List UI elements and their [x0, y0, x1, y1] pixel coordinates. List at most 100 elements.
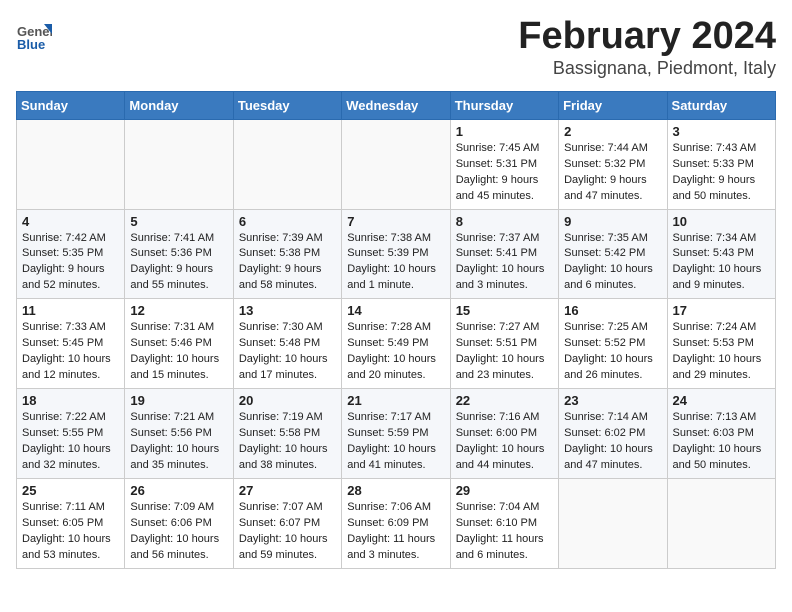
calendar-cell: [667, 478, 775, 568]
day-info: Sunrise: 7:07 AMSunset: 6:07 PMDaylight:…: [239, 500, 336, 564]
calendar-cell: 5Sunrise: 7:41 AMSunset: 5:36 PMDaylight…: [125, 209, 233, 299]
day-info: Sunrise: 7:25 AMSunset: 5:52 PMDaylight:…: [564, 320, 661, 384]
day-number: 16: [564, 303, 661, 318]
day-number: 8: [456, 214, 553, 229]
day-number: 17: [673, 303, 770, 318]
calendar-cell: 3 Sunrise: 7:43 AMSunset: 5:33 PMDaylight…: [667, 119, 775, 209]
calendar-cell: 15Sunrise: 7:27 AMSunset: 5:51 PMDayligh…: [450, 299, 558, 389]
calendar-table: SundayMondayTuesdayWednesdayThursdayFrid…: [16, 91, 776, 569]
day-number: 6: [239, 214, 336, 229]
day-number: 5: [130, 214, 227, 229]
day-header-wednesday: Wednesday: [342, 91, 450, 119]
day-number: 18: [22, 393, 119, 408]
calendar-cell: 7Sunrise: 7:38 AMSunset: 5:39 PMDaylight…: [342, 209, 450, 299]
day-number: 23: [564, 393, 661, 408]
day-number: 10: [673, 214, 770, 229]
day-info: Sunrise: 7:27 AMSunset: 5:51 PMDaylight:…: [456, 320, 553, 384]
day-info: Sunrise: 7:42 AMSunset: 5:35 PMDaylight:…: [22, 231, 119, 295]
calendar-cell: 8 Sunrise: 7:37 AMSunset: 5:41 PMDaylight…: [450, 209, 558, 299]
calendar-cell: 17Sunrise: 7:24 AMSunset: 5:53 PMDayligh…: [667, 299, 775, 389]
day-number: 13: [239, 303, 336, 318]
day-info: Sunrise: 7:21 AMSunset: 5:56 PMDaylight:…: [130, 410, 227, 474]
calendar-cell: 13 Sunrise: 7:30 AMSunset: 5:48 PMDayligh…: [233, 299, 341, 389]
week-row-3: 11 Sunrise: 7:33 AMSunset: 5:45 PMDayligh…: [17, 299, 776, 389]
day-info: Sunrise: 7:34 AMSunset: 5:43 PMDaylight:…: [673, 231, 770, 295]
day-info: Sunrise: 7:06 AMSunset: 6:09 PMDaylight:…: [347, 500, 444, 564]
day-info: Sunrise: 7:09 AMSunset: 6:06 PMDaylight:…: [130, 500, 227, 564]
calendar-cell: 12Sunrise: 7:31 AMSunset: 5:46 PMDayligh…: [125, 299, 233, 389]
calendar-subtitle: Bassignana, Piedmont, Italy: [518, 58, 776, 79]
calendar-cell: 16 Sunrise: 7:25 AMSunset: 5:52 PMDayligh…: [559, 299, 667, 389]
day-header-saturday: Saturday: [667, 91, 775, 119]
calendar-cell: 20 Sunrise: 7:19 AMSunset: 5:58 PMDayligh…: [233, 389, 341, 479]
day-header-monday: Monday: [125, 91, 233, 119]
logo-icon: General Blue: [16, 16, 52, 52]
day-info: Sunrise: 7:13 AMSunset: 6:03 PMDaylight:…: [673, 410, 770, 474]
day-info: Sunrise: 7:30 AMSunset: 5:48 PMDaylight:…: [239, 320, 336, 384]
calendar-cell: 19 Sunrise: 7:21 AMSunset: 5:56 PMDayligh…: [125, 389, 233, 479]
day-number: 22: [456, 393, 553, 408]
calendar-cell: 10 Sunrise: 7:34 AMSunset: 5:43 PMDayligh…: [667, 209, 775, 299]
calendar-cell: [233, 119, 341, 209]
day-number: 2: [564, 124, 661, 139]
week-row-5: 25Sunrise: 7:11 AMSunset: 6:05 PMDayligh…: [17, 478, 776, 568]
calendar-title: February 2024: [518, 16, 776, 58]
calendar-cell: [342, 119, 450, 209]
day-number: 12: [130, 303, 227, 318]
day-number: 11: [22, 303, 119, 318]
calendar-cell: 11 Sunrise: 7:33 AMSunset: 5:45 PMDayligh…: [17, 299, 125, 389]
day-number: 24: [673, 393, 770, 408]
day-info: Sunrise: 7:43 AMSunset: 5:33 PMDaylight:…: [673, 141, 770, 205]
calendar-cell: 22 Sunrise: 7:16 AMSunset: 6:00 PMDayligh…: [450, 389, 558, 479]
day-header-tuesday: Tuesday: [233, 91, 341, 119]
day-number: 14: [347, 303, 444, 318]
calendar-cell: 26 Sunrise: 7:09 AMSunset: 6:06 PMDayligh…: [125, 478, 233, 568]
day-number: 3: [673, 124, 770, 139]
day-number: 26: [130, 483, 227, 498]
week-row-1: 1 Sunrise: 7:45 AMSunset: 5:31 PMDaylight…: [17, 119, 776, 209]
day-number: 27: [239, 483, 336, 498]
day-number: 28: [347, 483, 444, 498]
day-header-friday: Friday: [559, 91, 667, 119]
day-number: 9: [564, 214, 661, 229]
calendar-cell: 28 Sunrise: 7:06 AMSunset: 6:09 PMDayligh…: [342, 478, 450, 568]
week-row-4: 18 Sunrise: 7:22 AMSunset: 5:55 PMDayligh…: [17, 389, 776, 479]
calendar-header-row: SundayMondayTuesdayWednesdayThursdayFrid…: [17, 91, 776, 119]
calendar-cell: [17, 119, 125, 209]
day-number: 4: [22, 214, 119, 229]
calendar-cell: 6 Sunrise: 7:39 AMSunset: 5:38 PMDaylight…: [233, 209, 341, 299]
svg-text:Blue: Blue: [17, 37, 45, 52]
calendar-cell: [559, 478, 667, 568]
day-info: Sunrise: 7:16 AMSunset: 6:00 PMDaylight:…: [456, 410, 553, 474]
logo: General Blue: [16, 16, 56, 52]
calendar-cell: 25Sunrise: 7:11 AMSunset: 6:05 PMDayligh…: [17, 478, 125, 568]
day-info: Sunrise: 7:14 AMSunset: 6:02 PMDaylight:…: [564, 410, 661, 474]
day-info: Sunrise: 7:33 AMSunset: 5:45 PMDaylight:…: [22, 320, 119, 384]
calendar-cell: 14Sunrise: 7:28 AMSunset: 5:49 PMDayligh…: [342, 299, 450, 389]
day-header-thursday: Thursday: [450, 91, 558, 119]
day-number: 19: [130, 393, 227, 408]
calendar-cell: [125, 119, 233, 209]
day-info: Sunrise: 7:45 AMSunset: 5:31 PMDaylight:…: [456, 141, 553, 205]
day-info: Sunrise: 7:37 AMSunset: 5:41 PMDaylight:…: [456, 231, 553, 295]
calendar-cell: 24 Sunrise: 7:13 AMSunset: 6:03 PMDayligh…: [667, 389, 775, 479]
calendar-cell: 27 Sunrise: 7:07 AMSunset: 6:07 PMDayligh…: [233, 478, 341, 568]
day-number: 20: [239, 393, 336, 408]
day-info: Sunrise: 7:44 AMSunset: 5:32 PMDaylight:…: [564, 141, 661, 205]
day-info: Sunrise: 7:22 AMSunset: 5:55 PMDaylight:…: [22, 410, 119, 474]
calendar-cell: 18 Sunrise: 7:22 AMSunset: 5:55 PMDayligh…: [17, 389, 125, 479]
day-number: 29: [456, 483, 553, 498]
day-header-sunday: Sunday: [17, 91, 125, 119]
week-row-2: 4 Sunrise: 7:42 AMSunset: 5:35 PMDaylight…: [17, 209, 776, 299]
calendar-cell: 4 Sunrise: 7:42 AMSunset: 5:35 PMDaylight…: [17, 209, 125, 299]
day-info: Sunrise: 7:38 AMSunset: 5:39 PMDaylight:…: [347, 231, 444, 295]
day-info: Sunrise: 7:11 AMSunset: 6:05 PMDaylight:…: [22, 500, 119, 564]
calendar-cell: 29Sunrise: 7:04 AMSunset: 6:10 PMDayligh…: [450, 478, 558, 568]
day-number: 1: [456, 124, 553, 139]
title-area: February 2024 Bassignana, Piedmont, Ital…: [518, 16, 776, 79]
day-info: Sunrise: 7:35 AMSunset: 5:42 PMDaylight:…: [564, 231, 661, 295]
day-info: Sunrise: 7:17 AMSunset: 5:59 PMDaylight:…: [347, 410, 444, 474]
day-info: Sunrise: 7:39 AMSunset: 5:38 PMDaylight:…: [239, 231, 336, 295]
day-info: Sunrise: 7:19 AMSunset: 5:58 PMDaylight:…: [239, 410, 336, 474]
page-header: General Blue February 2024 Bassignana, P…: [16, 16, 776, 79]
